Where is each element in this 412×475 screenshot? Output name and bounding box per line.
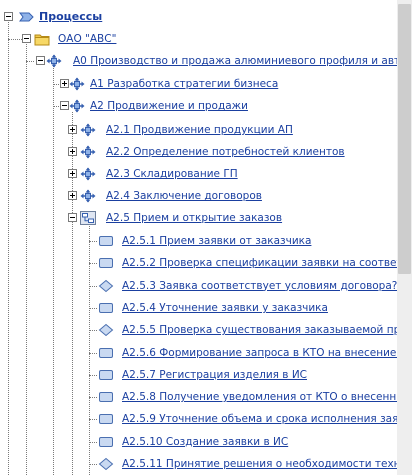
tree-node-child[interactable]: А2.5.4 Уточнение заявки у заказчика — [0, 298, 397, 318]
folder-icon — [34, 34, 50, 46]
task-icon — [99, 236, 113, 246]
expand-toggle-icon[interactable] — [68, 169, 77, 178]
tree-node-label[interactable]: ОАО "АВС" — [58, 32, 116, 46]
process-icon — [80, 123, 96, 137]
process-icon — [69, 99, 85, 113]
tree-node-label[interactable]: А2.5.3 Заявка соответствует условиям дог… — [122, 279, 397, 293]
process-icon — [80, 145, 96, 159]
tree-node-child[interactable]: А2.5.1 Прием заявки от заказчика — [0, 231, 397, 251]
scrollbar-thumb[interactable] — [398, 4, 411, 274]
tree-node-a2-1[interactable]: А2.1 Продвижение продукции АП — [0, 120, 397, 140]
tree-node-label[interactable]: А2.4 Заключение договоров — [106, 189, 262, 203]
task-icon — [99, 369, 113, 380]
tree-node-label[interactable]: А2.5.11 Принятие решения о необходимости… — [122, 457, 397, 471]
tree-node-a2[interactable]: А2 Продвижение и продажи — [0, 96, 397, 116]
tree-node-label[interactable]: А2.5.4 Уточнение заявки у заказчика — [122, 301, 328, 315]
tree-node-label[interactable]: А2.5.5 Проверка существования заказываем… — [122, 323, 397, 337]
tree-node-child[interactable]: А2.5.9 Уточнение объема и срока исполнен… — [0, 409, 397, 429]
process-tree: Процессы ОАО "АВС" А0 Производство и про… — [0, 0, 397, 475]
tree-node-a2-5[interactable]: А2.5 Прием и открытие заказов — [0, 208, 397, 228]
tree-node-a2-3[interactable]: А2.3 Складирование ГП — [0, 164, 397, 184]
task-icon — [99, 347, 113, 358]
subprocess-diagram-icon — [80, 211, 96, 225]
tree-node-label[interactable]: А2.2 Определение потребностей клиентов — [106, 145, 345, 159]
tree-node-child[interactable]: А2.5.6 Формирование запроса в КТО на вне… — [0, 343, 397, 363]
tree-node-processes[interactable]: Процессы — [0, 7, 397, 27]
process-icon — [80, 189, 96, 203]
collapse-toggle-icon[interactable] — [68, 213, 77, 222]
tree-node-label[interactable]: А0 Производство и продажа алюминиевого п… — [73, 54, 397, 68]
tree-node-child[interactable]: А2.5.10 Создание заявки в ИС — [0, 432, 397, 452]
task-icon — [99, 414, 113, 425]
expand-toggle-icon[interactable] — [68, 191, 77, 200]
process-icon — [69, 77, 85, 91]
process-icon — [46, 54, 62, 68]
process-root-icon — [19, 12, 34, 22]
tree-node-a1[interactable]: А1 Разработка стратегии бизнеса — [0, 74, 397, 94]
collapse-toggle-icon[interactable] — [4, 12, 13, 21]
tree-node-label[interactable]: А2.5.6 Формирование запроса в КТО на вне… — [122, 346, 397, 360]
tree-node-label[interactable]: А2.5.8 Получение уведомления от КТО о вн… — [122, 390, 397, 404]
vertical-scrollbar[interactable] — [397, 0, 412, 475]
tree-node-child[interactable]: А2.5.8 Получение уведомления от КТО о вн… — [0, 387, 397, 407]
collapse-toggle-icon[interactable] — [22, 34, 31, 43]
task-icon — [99, 392, 113, 403]
tree-node-a2-4[interactable]: А2.4 Заключение договоров — [0, 186, 397, 206]
expand-toggle-icon[interactable] — [68, 147, 77, 156]
tree-node-label[interactable]: А2.1 Продвижение продукции АП — [106, 123, 293, 137]
task-icon — [99, 258, 113, 269]
tree-node-label[interactable]: А2.5.9 Уточнение объема и срока исполнен… — [122, 412, 397, 426]
tree-node-label[interactable]: А2.5.7 Регистрация изделия в ИС — [122, 368, 307, 382]
tree-node-label[interactable]: А1 Разработка стратегии бизнеса — [90, 77, 278, 91]
collapse-toggle-icon[interactable] — [36, 56, 45, 65]
task-icon — [99, 302, 113, 313]
tree-node-org[interactable]: ОАО "АВС" — [0, 29, 397, 49]
tree-node-label[interactable]: Процессы — [39, 10, 102, 24]
tree-node-label[interactable]: А2.5.10 Создание заявки в ИС — [122, 435, 288, 449]
tree-node-child[interactable]: А2.5.2 Проверка спецификации заявки на с… — [0, 253, 397, 273]
collapse-toggle-icon[interactable] — [60, 101, 69, 110]
tree-node-child[interactable]: А2.5.7 Регистрация изделия в ИС — [0, 365, 397, 385]
tree-node-label[interactable]: А2.3 Складирование ГП — [106, 167, 238, 181]
decision-icon — [98, 279, 114, 292]
tree-node-label[interactable]: А2.5 Прием и открытие заказов — [106, 211, 282, 225]
tree-node-child[interactable]: А2.5.3 Заявка соответствует условиям дог… — [0, 276, 397, 296]
tree-node-a2-2[interactable]: А2.2 Определение потребностей клиентов — [0, 142, 397, 162]
decision-icon — [98, 324, 114, 337]
tree-node-a0[interactable]: А0 Производство и продажа алюминиевого п… — [0, 51, 397, 71]
tree-node-child[interactable]: А2.5.11 Принятие решения о необходимости… — [0, 454, 397, 474]
tree-node-label[interactable]: А2.5.1 Прием заявки от заказчика — [122, 234, 311, 248]
tree-node-label[interactable]: А2 Продвижение и продажи — [90, 99, 248, 113]
decision-icon — [98, 457, 114, 471]
expand-toggle-icon[interactable] — [60, 79, 69, 88]
task-icon — [99, 436, 113, 447]
tree-node-label[interactable]: А2.5.2 Проверка спецификации заявки на с… — [122, 256, 397, 270]
expand-toggle-icon[interactable] — [68, 125, 77, 134]
process-icon — [80, 167, 96, 181]
tree-node-child[interactable]: А2.5.5 Проверка существования заказываем… — [0, 320, 397, 340]
